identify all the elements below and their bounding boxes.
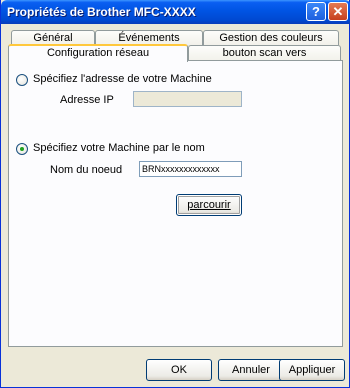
ip-address-field[interactable]	[133, 91, 242, 107]
help-icon: ?	[312, 4, 320, 19]
node-name-field[interactable]: BRNxxxxxxxxxxxxx	[139, 161, 242, 177]
tab-events[interactable]: Événements	[95, 30, 203, 45]
cancel-button[interactable]: Annuler	[218, 359, 284, 381]
title-bar[interactable]: Propriétés de Brother MFC-XXXX ? ✕	[1, 0, 350, 24]
tab-scan-button[interactable]: bouton scan vers	[188, 45, 341, 61]
tab-label: Général	[33, 32, 73, 44]
name-option-label[interactable]: Spécifiez votre Machine par le nom	[33, 142, 205, 154]
tab-label: Configuration réseau	[46, 47, 150, 59]
tab-color-management[interactable]: Gestion des couleurs	[203, 30, 339, 45]
tab-network-config[interactable]: Configuration réseau	[8, 44, 188, 62]
address-radio[interactable]	[16, 74, 28, 86]
tab-label: bouton scan vers	[222, 47, 307, 59]
name-radio[interactable]	[16, 143, 28, 155]
properties-dialog: Propriétés de Brother MFC-XXXX ? ✕ Génér…	[0, 0, 350, 388]
tab-general[interactable]: Général	[11, 30, 95, 45]
browse-button-label: parcourir	[187, 199, 231, 211]
close-icon: ✕	[332, 3, 344, 19]
address-option-label[interactable]: Spécifiez l'adresse de votre Machine	[33, 73, 212, 85]
node-name-label: Nom du noeud	[50, 164, 123, 176]
ip-label: Adresse IP	[60, 94, 114, 106]
browse-button[interactable]: parcourir	[176, 194, 242, 216]
close-button[interactable]: ✕	[328, 2, 348, 21]
window-title: Propriétés de Brother MFC-XXXX	[7, 5, 196, 19]
tab-panel: Spécifiez l'adresse de votre Machine Adr…	[8, 60, 343, 347]
ok-button[interactable]: OK	[146, 359, 212, 381]
tab-label: Gestion des couleurs	[219, 32, 323, 44]
help-button[interactable]: ?	[306, 2, 326, 21]
apply-button[interactable]: Appliquer	[279, 359, 345, 381]
tab-label: Événements	[118, 32, 180, 44]
